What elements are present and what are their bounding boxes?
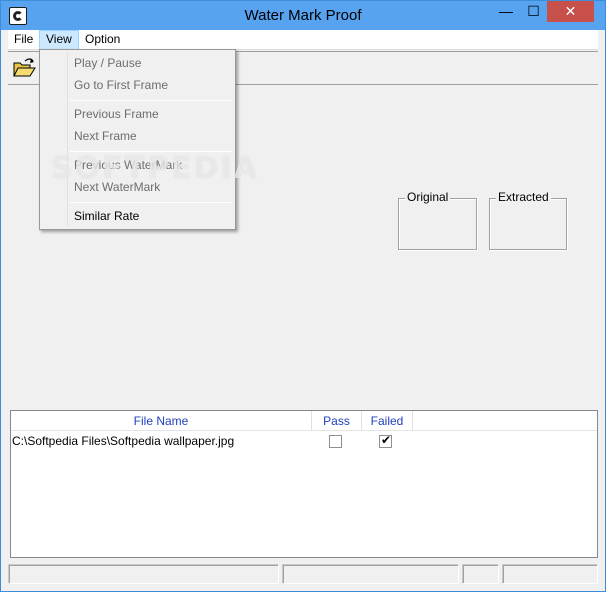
menu-item-similar-rate[interactable]: Similar Rate — [74, 206, 139, 226]
view-menu-dropdown: Play / Pause Go to First Frame Previous … — [39, 49, 236, 230]
failed-checkbox[interactable] — [379, 433, 392, 448]
menu-option[interactable]: Option — [79, 30, 126, 50]
column-pass[interactable]: Pass — [312, 411, 362, 431]
status-pane-4 — [502, 564, 598, 584]
status-bar — [8, 564, 598, 584]
menu-item-next-frame[interactable]: Next Frame — [74, 126, 137, 146]
app-window: Water Mark Proof — ☐ ✕ File View Option … — [0, 0, 606, 592]
softpedia-watermark: SOFTPEDIA — [51, 151, 259, 186]
menu-item-play-pause[interactable]: Play / Pause — [74, 53, 141, 73]
status-pane-1 — [8, 564, 279, 584]
column-failed[interactable]: Failed — [362, 411, 413, 431]
file-name-cell: C:\Softpedia Files\Softpedia wallpaper.j… — [12, 434, 235, 448]
pass-checkbox[interactable] — [329, 435, 342, 448]
extracted-label: Extracted — [496, 190, 551, 204]
menu-bar: File View Option — [8, 30, 598, 50]
minimize-button[interactable]: — — [492, 1, 520, 22]
menu-view[interactable]: View — [39, 30, 79, 50]
file-list[interactable]: File Name Pass Failed C:\Softpedia Files… — [10, 410, 598, 558]
maximize-button[interactable]: ☐ — [520, 1, 547, 22]
status-pane-2 — [282, 564, 459, 584]
close-button[interactable]: ✕ — [547, 1, 594, 22]
menu-item-previous-frame[interactable]: Previous Frame — [74, 104, 159, 124]
menu-item-first-frame[interactable]: Go to First Frame — [74, 75, 168, 95]
original-label: Original — [405, 190, 451, 204]
original-panel: Original — [398, 190, 477, 250]
title-bar[interactable]: Water Mark Proof — ☐ ✕ — [1, 1, 605, 30]
open-folder-icon[interactable] — [11, 56, 37, 80]
menu-separator — [70, 100, 232, 101]
table-row[interactable]: C:\Softpedia Files\Softpedia wallpaper.j… — [11, 432, 597, 450]
list-header: File Name Pass Failed — [11, 411, 597, 431]
column-file-name[interactable]: File Name — [11, 411, 312, 431]
menu-file[interactable]: File — [8, 30, 39, 50]
menu-separator — [70, 202, 232, 203]
menu-gutter — [42, 52, 68, 227]
status-pane-3 — [462, 564, 499, 584]
extracted-panel: Extracted — [489, 190, 567, 250]
